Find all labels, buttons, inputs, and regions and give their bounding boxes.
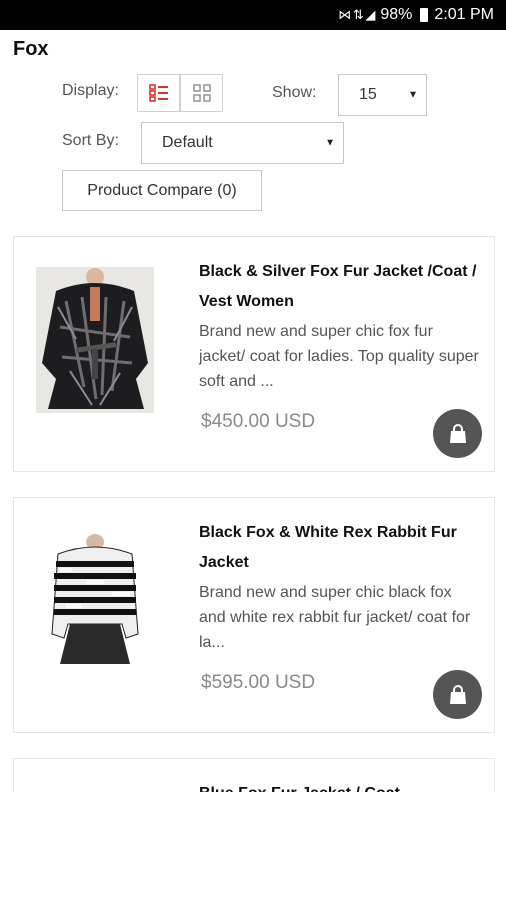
- add-to-cart-button[interactable]: [433, 670, 482, 719]
- show-select-value: 15: [359, 86, 377, 103]
- chevron-down-icon: ▼: [408, 89, 418, 101]
- battery-level: 98%: [380, 6, 413, 23]
- product-price: $450.00 USD: [201, 411, 316, 432]
- sort-select-value: Default: [162, 134, 213, 151]
- signal-icons: ⋈ ⇅ ◢: [338, 7, 375, 22]
- product-title[interactable]: Black & Silver Fox Fur Jacket /Coat / Ve…: [199, 257, 479, 317]
- chevron-down-icon: ▼: [325, 137, 335, 149]
- list-view-button[interactable]: [137, 74, 180, 112]
- product-image[interactable]: [46, 534, 144, 664]
- sort-select[interactable]: Default ▼: [141, 122, 344, 164]
- shopping-bag-icon: [449, 684, 466, 704]
- product-price: $595.00 USD: [201, 672, 316, 693]
- product-description: Brand new and super chic fox fur jacket/…: [199, 323, 479, 390]
- show-label: Show:: [272, 84, 317, 101]
- grid-view-button[interactable]: [180, 74, 223, 112]
- shopping-bag-icon: [449, 423, 466, 443]
- show-select[interactable]: 15 ▼: [338, 74, 427, 116]
- product-description: Brand new and super chic black fox and w…: [199, 584, 471, 651]
- product-card: Black Fox & White Rex Rabbit Fur Jacket …: [13, 497, 495, 733]
- sort-by-label: Sort By:: [62, 132, 119, 149]
- product-card: Blue Fox Fur Jacket / Coat: [13, 758, 495, 792]
- product-image[interactable]: [36, 267, 154, 413]
- clock: 2:01 PM: [434, 6, 494, 23]
- battery-icon: [420, 8, 429, 22]
- status-bar: ⋈ ⇅ ◢ 98% 2:01 PM: [0, 0, 506, 30]
- add-to-cart-button[interactable]: [433, 409, 482, 458]
- product-title[interactable]: Black Fox & White Rex Rabbit Fur Jacket: [199, 518, 479, 578]
- product-compare-button[interactable]: Product Compare (0): [62, 170, 262, 211]
- product-card: Black & Silver Fox Fur Jacket /Coat / Ve…: [13, 236, 495, 472]
- page-title: Fox: [13, 38, 49, 60]
- list-view-icon: [148, 84, 168, 102]
- product-title[interactable]: Blue Fox Fur Jacket / Coat: [199, 779, 479, 792]
- grid-view-icon: [192, 84, 211, 102]
- display-label: Display:: [62, 82, 119, 99]
